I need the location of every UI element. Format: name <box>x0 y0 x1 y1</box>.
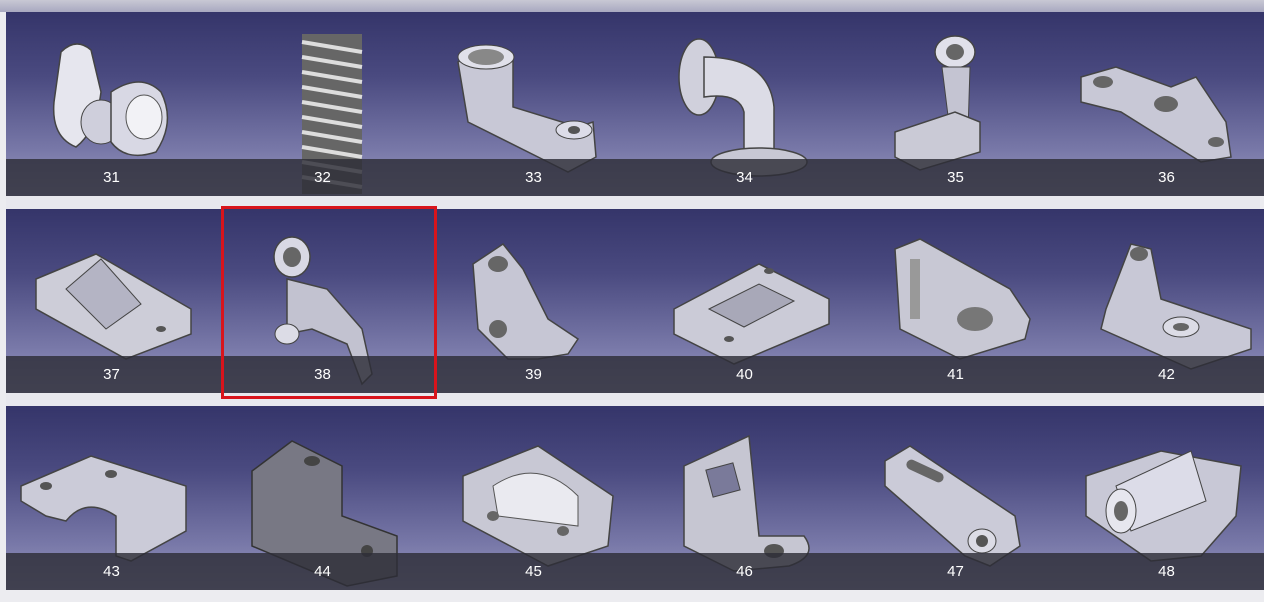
gallery-tile-17[interactable]: 47 <box>850 406 1061 590</box>
tile-label: 33 <box>428 159 639 196</box>
tile-label: 38 <box>217 356 428 393</box>
tile-label: 40 <box>639 356 850 393</box>
gallery-tile-4[interactable]: 34 <box>639 12 850 196</box>
gallery-tile-9[interactable]: 39 <box>428 209 639 393</box>
tile-label: 41 <box>850 356 1061 393</box>
gallery-tile-16[interactable]: 46 <box>639 406 850 590</box>
tile-label: 31 <box>6 159 217 196</box>
tile-label: 32 <box>217 159 428 196</box>
row-separator <box>6 196 1260 209</box>
parts-gallery-grid: 31 32 33 34 35 36 37 38 39 40 41 42 43 4… <box>6 12 1264 602</box>
gallery-tile-6[interactable]: 36 <box>1061 12 1264 196</box>
row-separator <box>6 393 1260 406</box>
gallery-tile-14[interactable]: 44 <box>217 406 428 590</box>
gallery-tile-5[interactable]: 35 <box>850 12 1061 196</box>
tile-label: 48 <box>1061 553 1264 590</box>
tile-label: 46 <box>639 553 850 590</box>
tile-label: 36 <box>1061 159 1264 196</box>
tile-label: 44 <box>217 553 428 590</box>
gallery-tile-12[interactable]: 42 <box>1061 209 1264 393</box>
gallery-tile-18[interactable]: 48 <box>1061 406 1264 590</box>
gallery-tile-13[interactable]: 43 <box>6 406 217 590</box>
gallery-tile-7[interactable]: 37 <box>6 209 217 393</box>
tile-label: 35 <box>850 159 1061 196</box>
gallery-tile-2[interactable]: 32 <box>217 12 428 196</box>
gallery-tile-11[interactable]: 41 <box>850 209 1061 393</box>
tile-label: 45 <box>428 553 639 590</box>
tile-label: 47 <box>850 553 1061 590</box>
gallery-tile-8[interactable]: 38 <box>217 209 428 393</box>
tile-label: 37 <box>6 356 217 393</box>
top-strip <box>0 0 1264 12</box>
gallery-tile-1[interactable]: 31 <box>6 12 217 196</box>
gallery-tile-10[interactable]: 40 <box>639 209 850 393</box>
tile-label: 34 <box>639 159 850 196</box>
tile-label: 39 <box>428 356 639 393</box>
tile-label: 42 <box>1061 356 1264 393</box>
gallery-tile-3[interactable]: 33 <box>428 12 639 196</box>
tile-label: 43 <box>6 553 217 590</box>
gallery-tile-15[interactable]: 45 <box>428 406 639 590</box>
